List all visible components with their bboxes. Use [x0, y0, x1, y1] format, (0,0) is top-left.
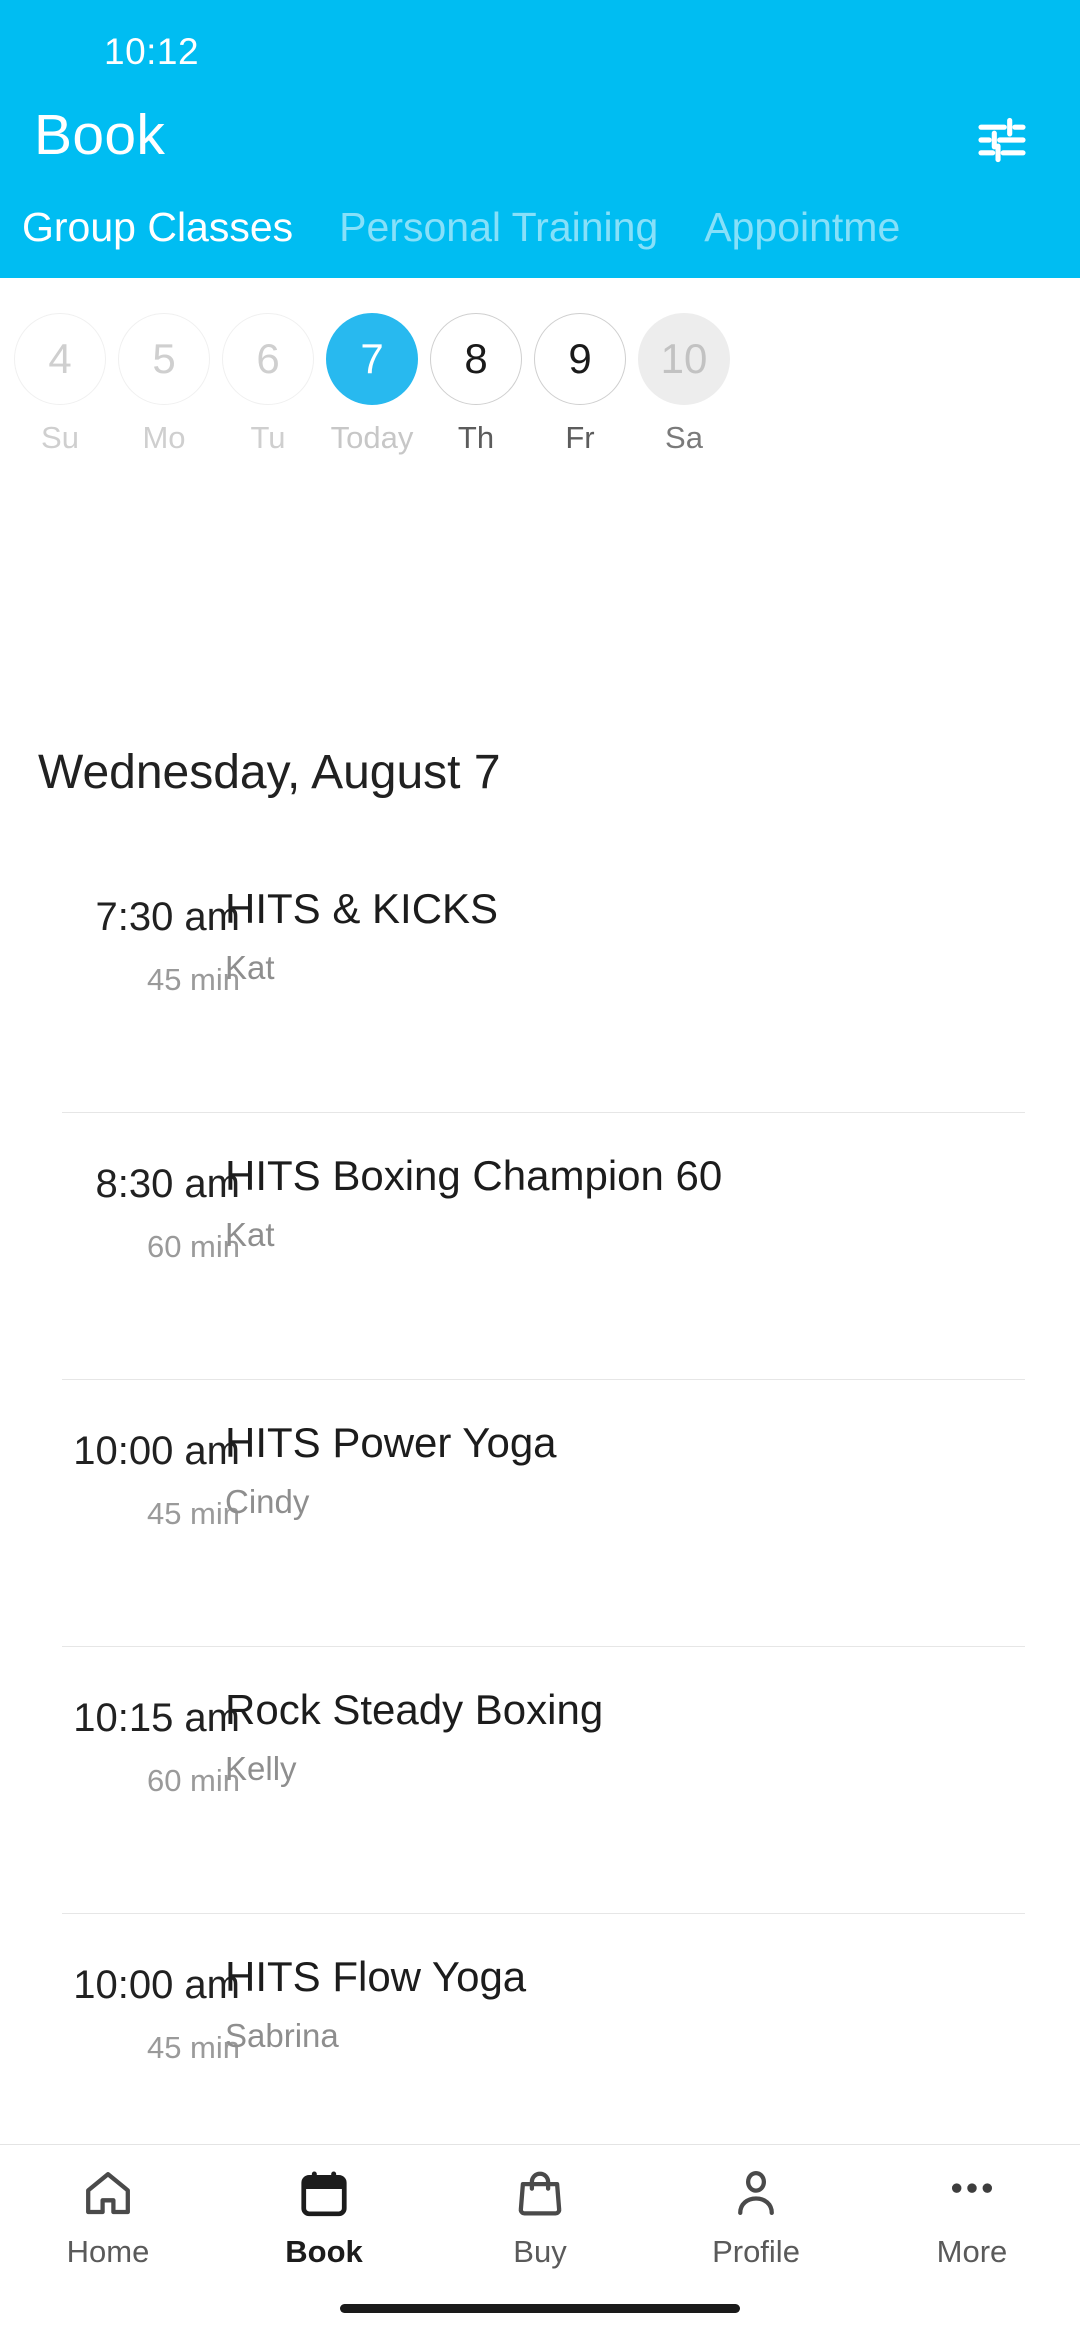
- tab-appointments[interactable]: Appointme: [704, 196, 900, 258]
- class-time: 10:15 am: [73, 1696, 240, 1740]
- class-time: 7:30 am: [95, 895, 240, 939]
- row-divider: [62, 1913, 1025, 1914]
- class-list-item[interactable]: 8:30 am 60 min HITS Boxing Champion 60 K…: [0, 1112, 1080, 1379]
- date-item-10[interactable]: 10 Sa: [632, 278, 736, 456]
- date-weekday: Th: [457, 420, 495, 455]
- date-number: 9: [534, 313, 626, 405]
- app-header: 10:12 Book Group Classes Personal Traini…: [0, 0, 1080, 278]
- tune-icon[interactable]: [970, 112, 1034, 168]
- class-list-item[interactable]: 7:30 am 45 min HITS & KICKS Kat: [0, 845, 1080, 1112]
- home-icon: [81, 2167, 135, 2221]
- class-list-item[interactable]: 10:15 am 60 min Rock Steady Boxing Kelly: [0, 1646, 1080, 1913]
- status-bar-clock: 10:12: [104, 31, 200, 72]
- date-item-8[interactable]: 8 Th: [424, 278, 528, 456]
- class-name: HITS Boxing Champion 60: [225, 1152, 723, 1199]
- class-list-item[interactable]: 10:00 am 45 min HITS Flow Yoga Sabrina: [0, 1913, 1080, 2141]
- date-weekday: Mo: [142, 420, 186, 455]
- nav-item-more[interactable]: More: [864, 2145, 1080, 2270]
- bottom-navigation-bar: Home Book Buy Profile More: [0, 2144, 1080, 2340]
- class-name: HITS & KICKS: [225, 885, 499, 932]
- date-number: 4: [14, 313, 106, 405]
- date-number: 10: [638, 313, 730, 405]
- home-indicator[interactable]: [340, 2304, 740, 2313]
- nav-label: More: [936, 2234, 1008, 2269]
- calendar-icon: [297, 2167, 351, 2221]
- class-instructor: Kat: [225, 1216, 275, 1253]
- date-item-9[interactable]: 9 Fr: [528, 278, 632, 456]
- class-info-column: HITS Flow Yoga Sabrina: [225, 1951, 1040, 2055]
- class-duration: 45 min: [146, 2030, 240, 2065]
- date-weekday: Today: [330, 420, 414, 455]
- class-instructor: Kat: [225, 949, 275, 986]
- class-name: HITS Flow Yoga: [225, 1953, 527, 2000]
- nav-item-home[interactable]: Home: [0, 2145, 216, 2270]
- class-name: Rock Steady Boxing: [225, 1686, 604, 1733]
- nav-item-book[interactable]: Book: [216, 2145, 432, 2270]
- class-duration: 45 min: [146, 1496, 240, 1531]
- class-instructor: Cindy: [225, 1483, 310, 1520]
- date-number: 5: [118, 313, 210, 405]
- class-time: 8:30 am: [95, 1162, 240, 1206]
- date-weekday: Fr: [565, 420, 595, 455]
- class-time-column: 8:30 am 60 min: [0, 1162, 240, 1265]
- nav-label: Buy: [513, 2234, 567, 2269]
- class-time-column: 10:00 am 45 min: [0, 1429, 240, 1532]
- date-number: 8: [430, 313, 522, 405]
- date-weekday: Tu: [250, 420, 286, 455]
- class-info-column: HITS Power Yoga Cindy: [225, 1417, 1040, 1521]
- nav-label: Profile: [712, 2234, 800, 2269]
- date-weekday: Su: [41, 420, 79, 455]
- date-strip[interactable]: 4 Su 5 Mo 6 Tu 7 Today 8 Th 9 Fr 10 Sa: [0, 278, 1080, 468]
- bag-icon: [513, 2167, 567, 2221]
- class-time-column: 10:15 am 60 min: [0, 1696, 240, 1799]
- selected-date-heading: Wednesday, August 7: [38, 746, 501, 799]
- date-number: 7: [326, 313, 418, 405]
- class-time: 10:00 am: [73, 1429, 240, 1473]
- app-bar: Book: [0, 86, 1080, 192]
- dots-icon: [945, 2167, 999, 2221]
- class-time: 10:00 am: [73, 1963, 240, 2007]
- date-item-6[interactable]: 6 Tu: [216, 278, 320, 456]
- page-title: Book: [34, 103, 166, 167]
- class-instructor: Sabrina: [225, 2017, 339, 2054]
- class-name: HITS Power Yoga: [225, 1419, 557, 1466]
- nav-item-buy[interactable]: Buy: [432, 2145, 648, 2270]
- class-info-column: HITS Boxing Champion 60 Kat: [225, 1150, 1040, 1254]
- date-item-7-today[interactable]: 7 Today: [320, 278, 424, 456]
- date-weekday: Sa: [665, 420, 703, 455]
- nav-label: Book: [285, 2234, 363, 2269]
- class-duration: 45 min: [146, 962, 240, 997]
- nav-item-profile[interactable]: Profile: [648, 2145, 864, 2270]
- class-list-item[interactable]: 10:00 am 45 min HITS Power Yoga Cindy: [0, 1379, 1080, 1646]
- row-divider: [62, 1379, 1025, 1380]
- class-list[interactable]: 7:30 am 45 min HITS & KICKS Kat 8:30 am …: [0, 845, 1080, 2141]
- date-number: 6: [222, 313, 314, 405]
- class-time-column: 7:30 am 45 min: [0, 895, 240, 998]
- app-screen: 10:12 Book Group Classes Personal Traini…: [0, 0, 1080, 2340]
- tab-group-classes[interactable]: Group Classes: [22, 196, 293, 258]
- tab-bar: Group Classes Personal Training Appointm…: [0, 196, 1080, 278]
- tab-personal-training[interactable]: Personal Training: [339, 196, 658, 258]
- nav-label: Home: [66, 2234, 150, 2269]
- person-icon: [729, 2167, 783, 2221]
- row-divider: [62, 1112, 1025, 1113]
- class-duration: 60 min: [146, 1229, 240, 1264]
- class-duration: 60 min: [146, 1763, 240, 1798]
- row-divider: [62, 1646, 1025, 1647]
- class-info-column: HITS & KICKS Kat: [225, 883, 1040, 987]
- status-bar: 10:12: [0, 0, 1080, 86]
- class-instructor: Kelly: [225, 1750, 297, 1787]
- class-time-column: 10:00 am 45 min: [0, 1963, 240, 2066]
- date-item-4[interactable]: 4 Su: [8, 278, 112, 456]
- date-item-5[interactable]: 5 Mo: [112, 278, 216, 456]
- class-info-column: Rock Steady Boxing Kelly: [225, 1684, 1040, 1788]
